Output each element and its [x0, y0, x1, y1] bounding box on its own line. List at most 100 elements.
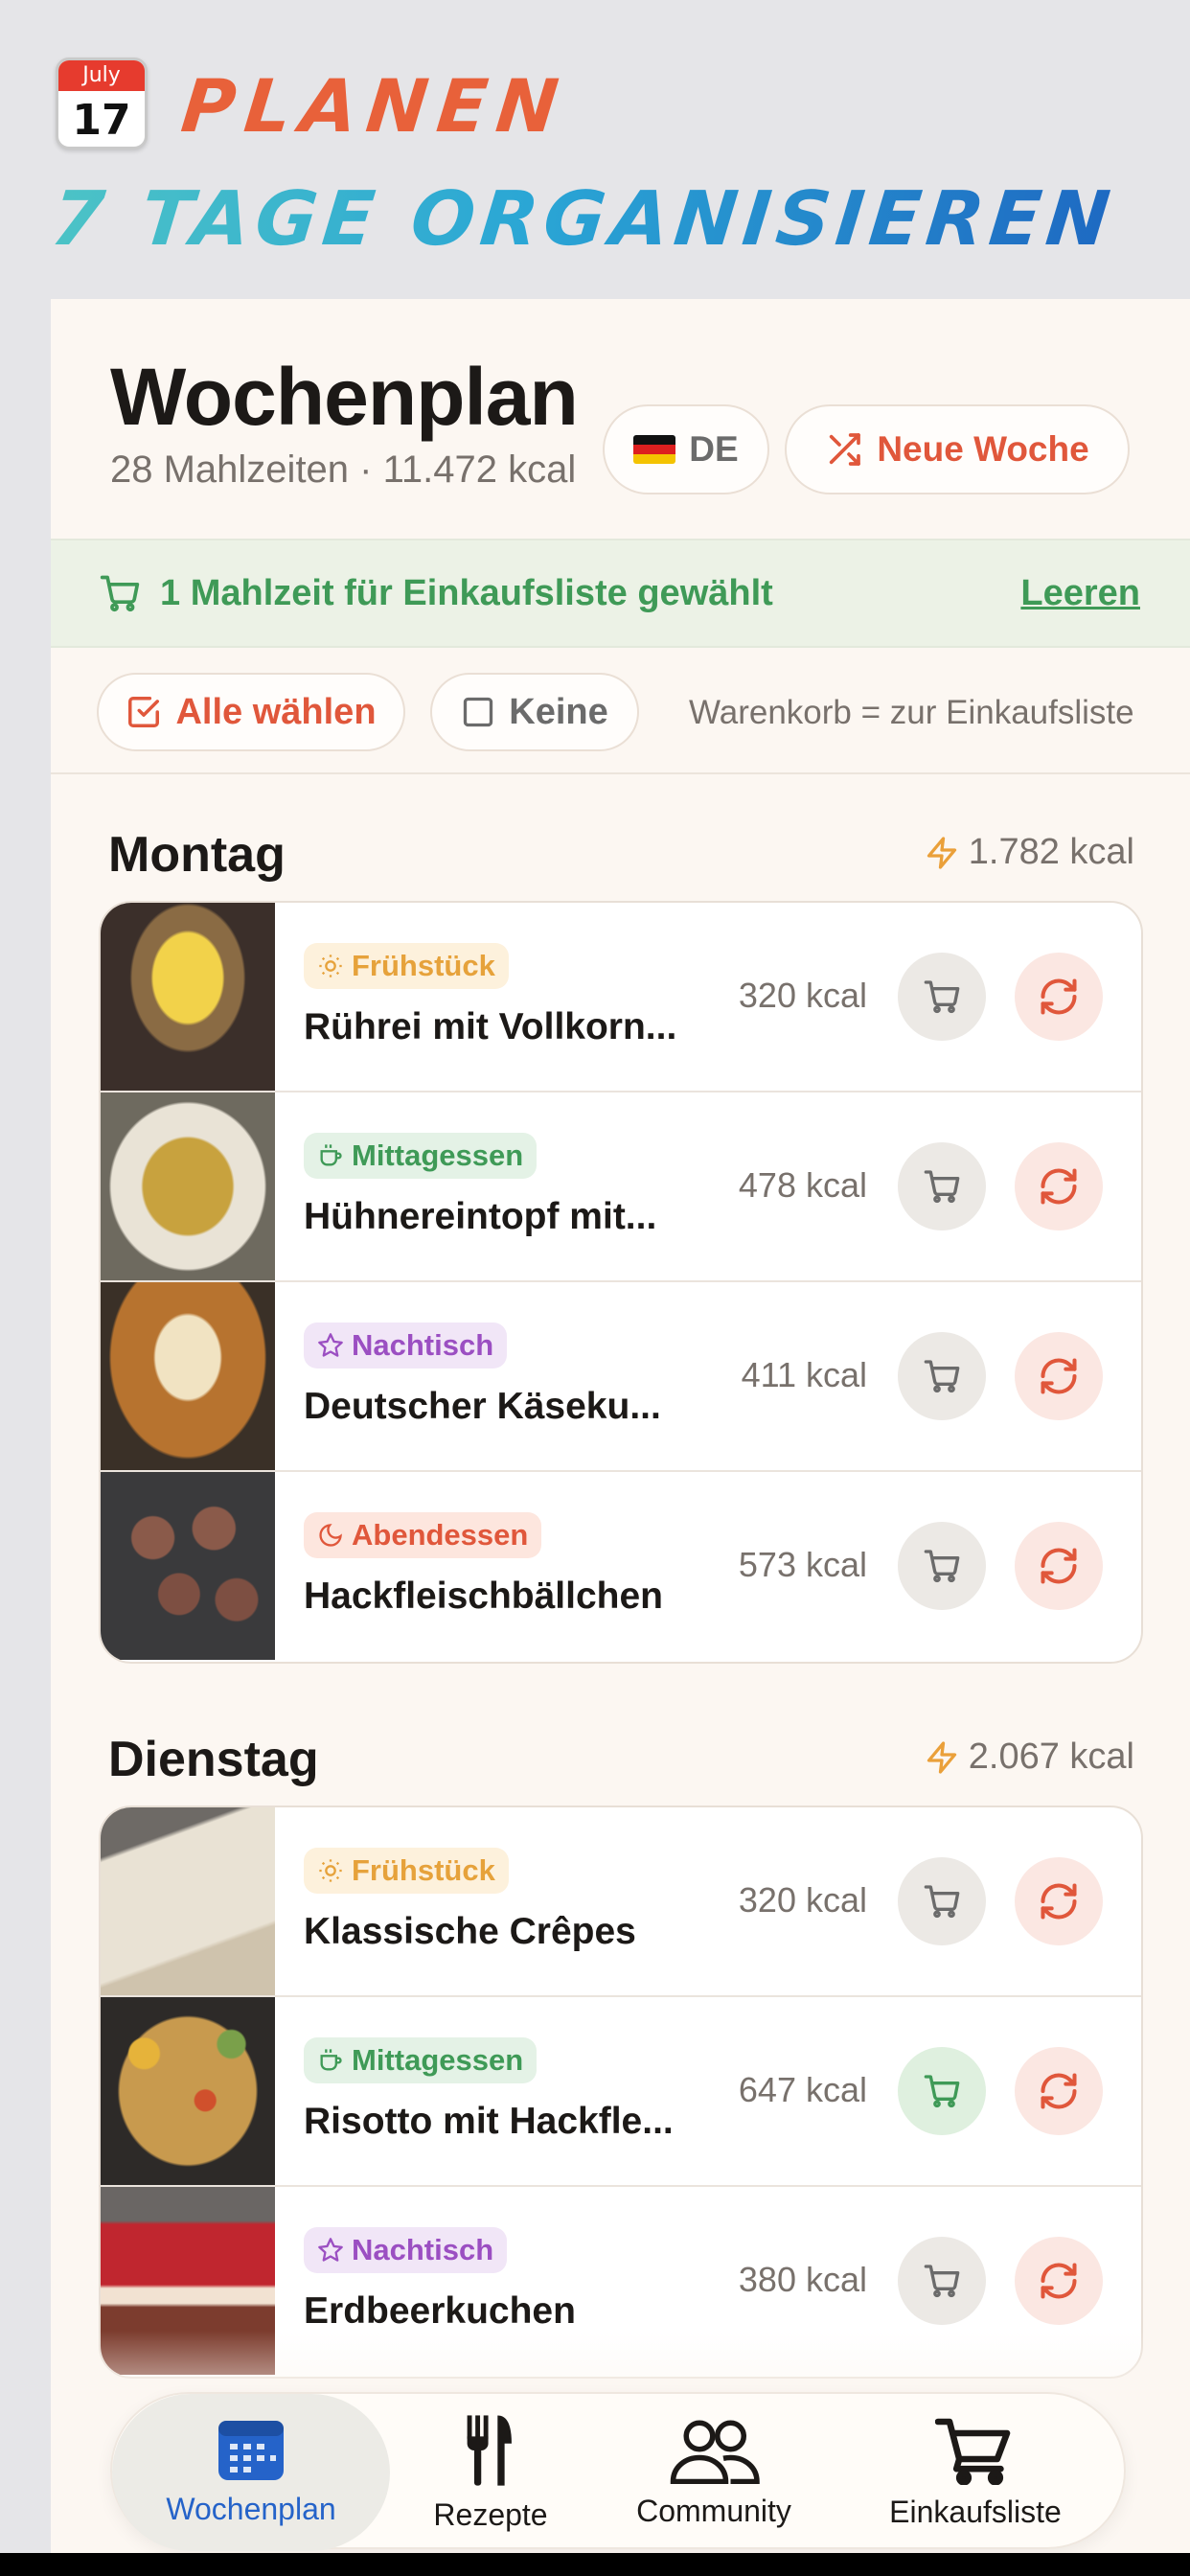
add-to-cart-button[interactable]: [898, 1332, 986, 1420]
add-to-cart-button[interactable]: [898, 1142, 986, 1230]
calendar-icon: July 17: [56, 58, 148, 150]
refresh-icon: [1041, 1883, 1077, 1920]
shopping-message: 1 Mahlzeit für Einkaufsliste gewählt: [160, 572, 773, 613]
meal-name: Hackfleischbällchen: [304, 1576, 663, 1617]
meal-name: Deutscher Käseku...: [304, 1386, 661, 1427]
cart-icon: [924, 1360, 960, 1393]
sun-icon: [319, 1859, 342, 1882]
meal-type-label: Nachtisch: [352, 1328, 494, 1362]
meal-row[interactable]: Mittagessen Hühnereintopf mit... 478 kca…: [101, 1092, 1141, 1282]
calendar-month: July: [58, 60, 145, 91]
meal-type-badge: Nachtisch: [304, 1322, 508, 1368]
meal-type-badge: Frühstück: [304, 1848, 509, 1894]
select-all-label: Alle wählen: [175, 691, 377, 732]
day-kcal: 2.067 kcal: [925, 1736, 1134, 1778]
meal-type-label: Abendessen: [352, 1518, 529, 1552]
meal-row[interactable]: Abendessen Hackfleischbällchen 573 kcal: [101, 1472, 1141, 1662]
calendar-tab-icon: [218, 2420, 284, 2480]
refresh-icon: [1041, 2073, 1077, 2109]
add-to-cart-button[interactable]: [898, 2237, 986, 2325]
sun-icon: [319, 954, 342, 978]
selection-toolbar: Alle wählen Keine Warenkorb = zur Einkau…: [51, 648, 1190, 774]
select-none-label: Keine: [509, 691, 608, 732]
meal-type-label: Mittagessen: [352, 2043, 524, 2077]
meal-kcal: 647 kcal: [738, 2070, 867, 2109]
german-flag-icon: [633, 435, 676, 464]
meal-row[interactable]: Frühstück Klassische Crêpes 320 kcal: [101, 1807, 1141, 1997]
meal-image: [101, 903, 275, 1091]
swap-meal-button[interactable]: [1015, 953, 1103, 1041]
swap-meal-button[interactable]: [1015, 2047, 1103, 2135]
cup-icon: [320, 1144, 342, 1166]
tab-einkaufsliste[interactable]: Einkaufsliste: [836, 2394, 1114, 2551]
refresh-icon: [1041, 2263, 1077, 2299]
add-to-cart-button[interactable]: [898, 953, 986, 1041]
meal-row[interactable]: Nachtisch Deutscher Käseku... 411 kcal: [101, 1282, 1141, 1472]
swap-meal-button[interactable]: [1015, 1142, 1103, 1230]
meal-card: Frühstück Rührei mit Vollkorn... 320 kca…: [99, 901, 1143, 1664]
calendar-day: 17: [72, 96, 131, 145]
cart-icon: [100, 575, 140, 612]
meal-type-badge: Mittagessen: [304, 2037, 538, 2083]
meal-image: [101, 1807, 275, 1995]
swap-meal-button[interactable]: [1015, 1522, 1103, 1610]
people-icon: [670, 2420, 760, 2484]
cart-icon: [924, 1550, 960, 1583]
meal-type-badge: Frühstück: [304, 943, 509, 989]
meal-image: [101, 1997, 275, 2185]
page-header: Wochenplan 28 Mahlzeiten · 11.472 kcal D…: [51, 299, 1190, 539]
day-title: Dienstag: [108, 1732, 319, 1787]
clear-link[interactable]: Leeren: [1020, 573, 1140, 614]
star-icon: [318, 2238, 343, 2262]
shuffle-icon: [830, 433, 861, 466]
checkbox-empty-icon: [464, 697, 493, 727]
add-to-cart-button[interactable]: [898, 1522, 986, 1610]
language-button[interactable]: DE: [603, 404, 769, 494]
meal-image: [101, 1472, 275, 1660]
tab-rezepte[interactable]: Rezepte: [390, 2394, 591, 2551]
day-kcal: 1.782 kcal: [925, 832, 1134, 873]
new-week-button[interactable]: Neue Woche: [785, 404, 1130, 494]
meal-type-label: Frühstück: [352, 1853, 495, 1887]
shopping-selection-bar: 1 Mahlzeit für Einkaufsliste gewählt Lee…: [51, 539, 1190, 648]
new-week-label: Neue Woche: [877, 429, 1089, 469]
meal-name: Hühnereintopf mit...: [304, 1196, 657, 1237]
meal-type-badge: Nachtisch: [304, 2227, 508, 2273]
cart-icon: [924, 2265, 960, 2298]
refresh-icon: [1041, 1168, 1077, 1205]
add-to-cart-button[interactable]: [898, 2047, 986, 2135]
promo-banner: July 17 PLANEN 7 TAGE ORGANISIEREN: [0, 0, 1190, 299]
meal-kcal: 320 kcal: [738, 976, 867, 1015]
page-title: Wochenplan: [110, 352, 579, 442]
tab-wochenplan[interactable]: Wochenplan: [112, 2394, 390, 2551]
meal-kcal: 411 kcal: [741, 1355, 867, 1394]
meal-type-label: Mittagessen: [352, 1138, 524, 1172]
refresh-icon: [1041, 1548, 1077, 1584]
meal-kcal: 478 kcal: [738, 1165, 867, 1205]
meal-row[interactable]: Frühstück Rührei mit Vollkorn... 320 kca…: [101, 903, 1141, 1092]
meal-name: Risotto mit Hackfle...: [304, 2101, 674, 2142]
select-none-button[interactable]: Keine: [430, 673, 639, 751]
day-title: Montag: [108, 827, 286, 883]
shopping-cart-icon: [935, 2418, 1011, 2485]
fork-knife-icon: [467, 2414, 512, 2486]
meal-name: Klassische Crêpes: [304, 1911, 636, 1952]
swap-meal-button[interactable]: [1015, 2237, 1103, 2325]
tab-label: Wochenplan: [166, 2491, 336, 2526]
meal-kcal: 320 kcal: [738, 1880, 867, 1920]
selection-hint: Warenkorb = zur Einkaufsliste: [689, 694, 1134, 731]
day-kcal-value: 1.782 kcal: [968, 832, 1134, 872]
add-to-cart-button[interactable]: [898, 1857, 986, 1945]
tab-community[interactable]: Community: [591, 2394, 836, 2551]
tab-label: Community: [636, 2493, 791, 2528]
meal-name: Rührei mit Vollkorn...: [304, 1006, 677, 1047]
cup-icon: [320, 2049, 342, 2071]
promo-title: PLANEN: [177, 63, 572, 149]
swap-meal-button[interactable]: [1015, 1857, 1103, 1945]
lightning-icon: [927, 836, 956, 869]
meal-row[interactable]: Mittagessen Risotto mit Hackfle... 647 k…: [101, 1997, 1141, 2187]
cart-icon: [924, 1885, 960, 1919]
select-all-button[interactable]: Alle wählen: [97, 673, 405, 751]
meal-image: [101, 1282, 275, 1470]
swap-meal-button[interactable]: [1015, 1332, 1103, 1420]
